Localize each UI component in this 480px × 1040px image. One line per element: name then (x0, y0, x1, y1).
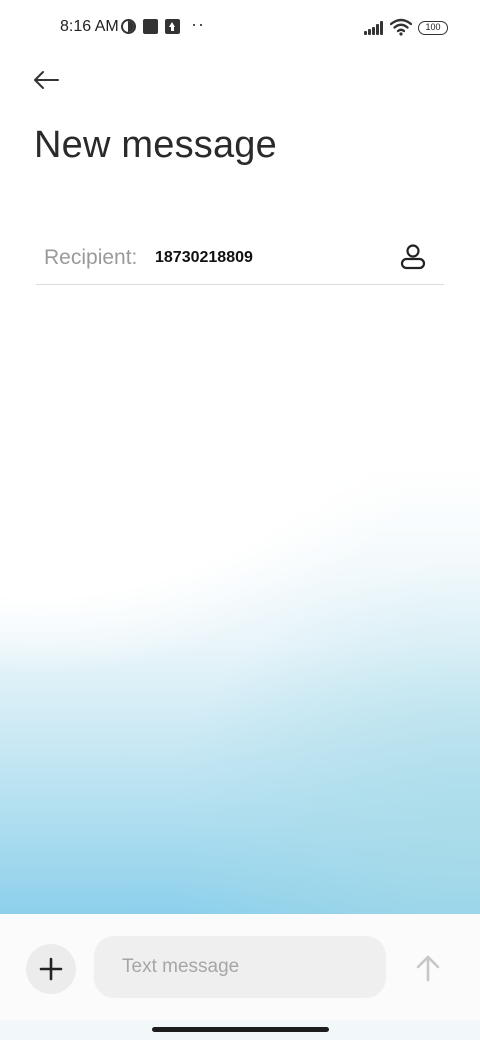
recipient-field[interactable]: Recipient: 18730218809 (36, 232, 444, 285)
send-arrow-up-icon (416, 955, 440, 982)
status-time: 8:16 AM (60, 18, 119, 35)
page-title: New message (34, 124, 277, 166)
send-button[interactable] (410, 950, 446, 986)
message-input[interactable] (94, 936, 386, 998)
battery-icon: 100 (418, 21, 448, 35)
wifi-icon (390, 18, 412, 36)
recipient-label: Recipient: (44, 246, 138, 269)
add-attachment-button[interactable] (26, 944, 76, 994)
recipient-number[interactable]: 18730218809 (155, 249, 253, 267)
contact-person-icon (400, 244, 426, 270)
home-indicator[interactable] (152, 1027, 329, 1032)
plus-icon (39, 957, 63, 981)
square-notification-icon (143, 19, 158, 34)
status-bar: 8:16 AM ·· 100 (0, 0, 480, 56)
contact-picker-button[interactable] (398, 242, 428, 272)
half-circle-icon (121, 19, 136, 34)
app-screen: 8:16 AM ·· 100 New message Recipient: 18… (0, 0, 480, 1040)
upload-icon (165, 19, 180, 34)
back-arrow-icon (34, 71, 59, 89)
back-button[interactable] (30, 64, 64, 98)
signal-icon (364, 21, 386, 35)
more-dots-icon: ·· (191, 14, 205, 34)
